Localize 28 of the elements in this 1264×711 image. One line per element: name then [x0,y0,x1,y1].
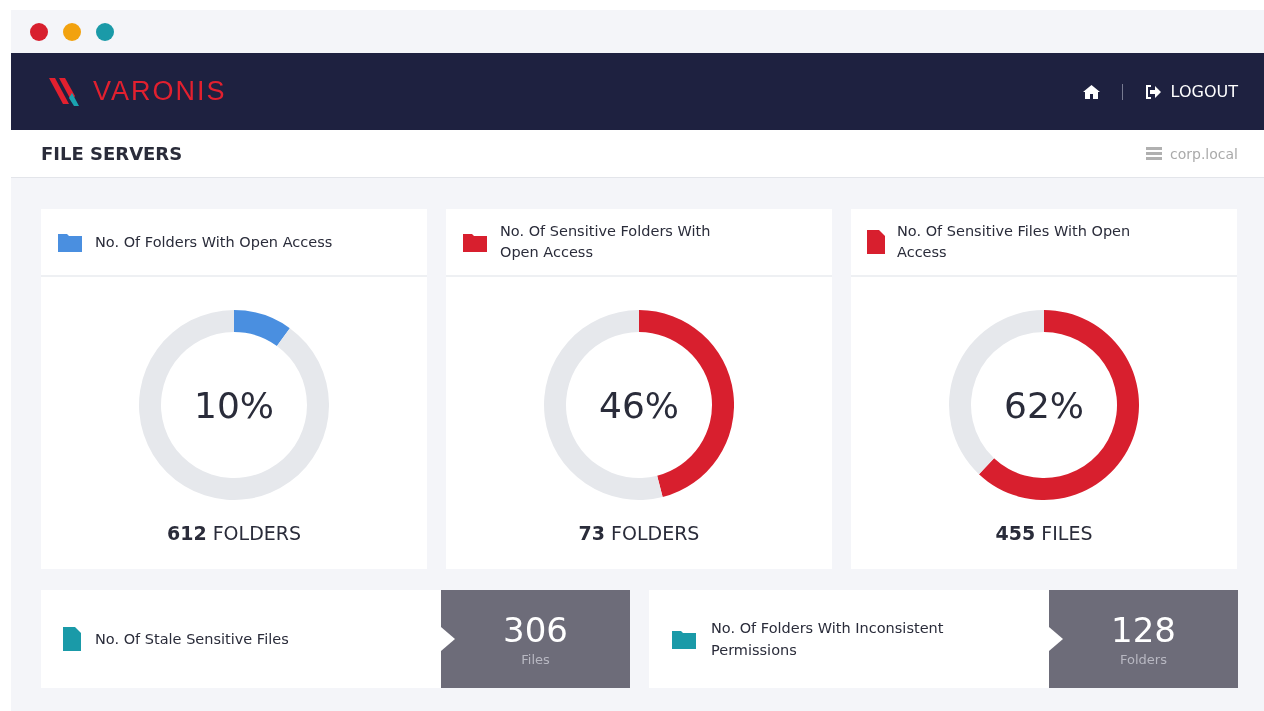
stat-value: 128 [1111,611,1176,648]
percent-value: 62% [1004,384,1084,426]
server-name: corp.local [1170,145,1238,162]
count-label: 455 FILES [995,522,1093,544]
stat-unit: Files [521,651,550,667]
notch-arrow [1049,627,1063,651]
notch-arrow [441,627,455,651]
card-title: No. Of Sensitive Files With Open Access [897,222,1132,262]
card-title: No. Of Folders With Open Access [95,232,333,252]
logout-icon [1144,84,1161,99]
card-title: No. Of Folders With Inconsistent Permissions [711,619,945,660]
window-control-dot[interactable] [96,22,114,41]
percent-value: 10% [194,384,274,426]
logout-button[interactable]: LOGOUT [1144,82,1238,101]
logo-text: VARONIS [93,76,227,107]
stat-value: 306 [503,611,568,648]
stat-unit: Folders [1120,651,1167,667]
card-title: No. Of Sensitive Folders With Open Access [500,222,712,262]
server-icon [1146,147,1162,160]
percent-value: 46% [599,384,679,426]
window-control-dot[interactable] [30,22,48,41]
count-label: 73 FOLDERS [578,522,700,544]
card-title: No. Of Stale Sensitive Files [95,630,289,649]
page-title: FILE SERVERS [41,143,183,164]
home-button[interactable] [1082,84,1100,99]
donut-slice [978,310,1139,500]
window-control-dot[interactable] [63,22,81,41]
count-label: 612 FOLDERS [166,522,302,544]
